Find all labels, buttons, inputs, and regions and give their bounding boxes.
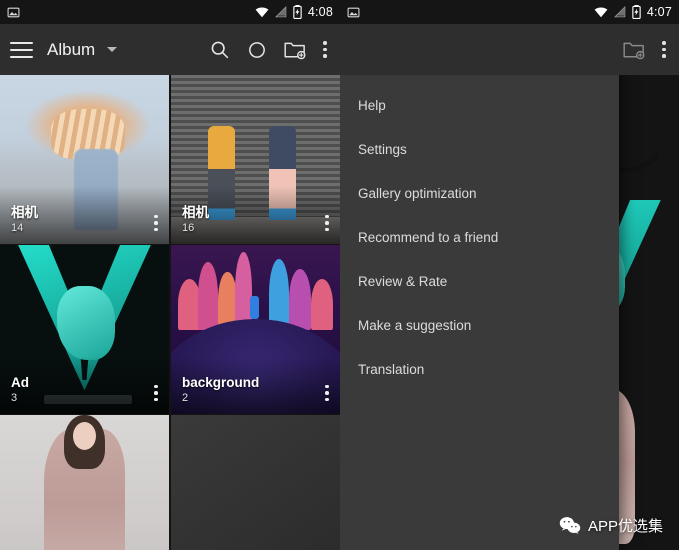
album-thumbnail	[171, 415, 340, 550]
drawer-item-label: Gallery optimization	[358, 185, 477, 201]
image-notification-icon	[7, 7, 20, 17]
album-overflow-icon[interactable]	[325, 214, 329, 231]
overflow-menu-icon[interactable]	[323, 41, 327, 58]
page-title: Album	[47, 39, 96, 59]
overflow-menu-icon[interactable]	[662, 41, 666, 58]
wifi-icon	[594, 7, 608, 18]
circle-icon[interactable]	[247, 40, 267, 60]
wechat-icon	[559, 517, 581, 534]
album-overflow-icon[interactable]	[154, 384, 158, 401]
drawer-item-translation[interactable]: Translation	[340, 347, 619, 391]
left-status-bar: 4:08	[0, 0, 340, 24]
drawer-item-label: Help	[358, 97, 386, 113]
album-name: background	[182, 375, 260, 390]
drawer-item-settings[interactable]: Settings	[340, 127, 619, 171]
drawer-item-label: Review & Rate	[358, 273, 448, 289]
image-notification-icon	[347, 7, 360, 17]
album-tile[interactable]: 相机 16	[171, 75, 340, 244]
album-count: 2	[182, 392, 189, 404]
status-bar-indicators: 4:08	[255, 5, 333, 19]
album-meta: background 2	[182, 375, 259, 406]
album-count: 16	[182, 222, 195, 234]
right-phone-screen: 着贫穷	[340, 0, 679, 550]
drawer-item-label: Recommend to a friend	[358, 229, 499, 245]
album-thumbnail	[0, 415, 169, 550]
album-tile[interactable]: Ad 3	[0, 245, 169, 414]
drawer-item-help[interactable]: Help	[340, 83, 619, 127]
album-count: 14	[11, 222, 24, 234]
toolbar-actions	[623, 40, 669, 60]
status-bar-clock: 4:07	[646, 5, 672, 19]
drawer-item-review-and-rate[interactable]: Review & Rate	[340, 259, 619, 303]
battery-charging-icon	[293, 5, 302, 19]
status-bar-indicators: 4:07	[594, 5, 672, 19]
drawer-item-label: Settings	[358, 141, 407, 157]
album-meta: 相机 16	[182, 205, 209, 236]
album-meta: Ad 3	[11, 375, 29, 406]
album-name: 相机	[182, 205, 209, 220]
album-tile[interactable]: Pictures	[171, 415, 340, 550]
right-status-bar: 4:07	[340, 0, 679, 24]
navigation-drawer: FOTO Premium user Help Settings Gallery …	[340, 0, 619, 550]
album-tile[interactable]: background 2	[171, 245, 340, 414]
signal-icon	[613, 6, 626, 18]
hamburger-icon[interactable]	[10, 41, 33, 58]
album-name: Ad	[11, 375, 29, 390]
album-overflow-icon[interactable]	[154, 214, 158, 231]
wifi-icon	[255, 7, 269, 18]
album-tile[interactable]: Sf-dresss	[0, 415, 169, 550]
signal-icon	[274, 6, 287, 18]
album-overflow-icon[interactable]	[325, 384, 329, 401]
status-bar-notifications	[347, 6, 360, 19]
album-name: 相机	[11, 205, 38, 220]
album-count: 3	[11, 392, 18, 404]
album-tile[interactable]: 相机 14	[0, 75, 169, 244]
right-toolbar	[340, 24, 679, 75]
drawer-item-gallery-optimization[interactable]: Gallery optimization	[340, 171, 619, 215]
search-icon[interactable]	[209, 39, 230, 60]
left-toolbar: Album	[0, 24, 340, 75]
drawer-item-make-a-suggestion[interactable]: Make a suggestion	[340, 303, 619, 347]
drawer-item-label: Make a suggestion	[358, 317, 472, 333]
drawer-menu: Help Settings Gallery optimization Recom…	[340, 75, 619, 391]
watermark-text: APP优选集	[587, 518, 663, 535]
battery-charging-icon	[632, 5, 641, 19]
status-bar-notifications	[7, 6, 20, 19]
status-bar-clock: 4:08	[307, 5, 333, 19]
folder-add-icon[interactable]	[284, 40, 306, 60]
drawer-item-label: Translation	[358, 361, 425, 377]
album-grid: 相机 14 相机 16 Ad 3 background 2	[0, 75, 340, 550]
dual-screenshot-stage: 4:08 Album 相机 14 相机 16 Ad 3 background 2…	[0, 0, 679, 550]
folder-add-icon[interactable]	[623, 40, 645, 60]
toolbar-actions	[209, 39, 330, 60]
drawer-item-recommend-to-a-friend[interactable]: Recommend to a friend	[340, 215, 619, 259]
album-meta: 相机 14	[11, 205, 38, 236]
left-phone-screen: 4:08 Album 相机 14 相机 16 Ad 3 background 2	[0, 0, 340, 550]
caret-down-icon[interactable]	[107, 47, 118, 52]
watermark: APP优选集	[559, 515, 663, 536]
